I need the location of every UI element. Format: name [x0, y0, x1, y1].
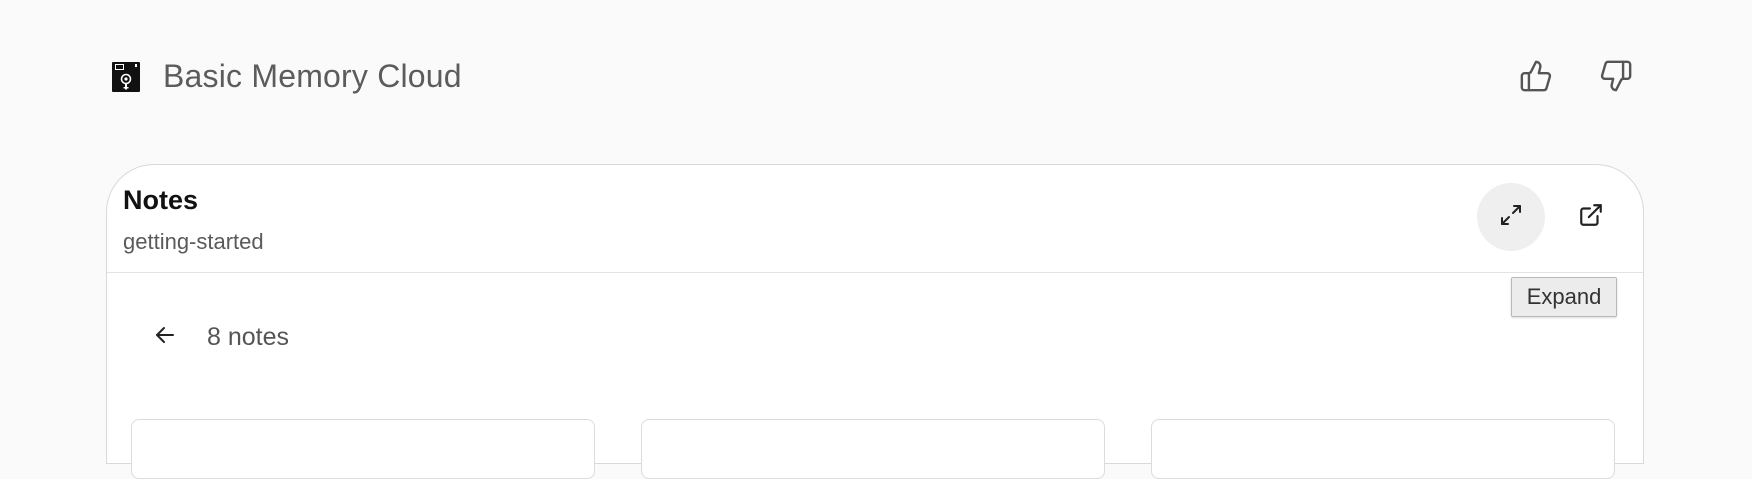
- note-card[interactable]: [1151, 419, 1615, 479]
- card-title: Notes: [123, 185, 199, 215]
- expand-icon: [1499, 203, 1523, 232]
- notes-count: 8 notes: [207, 323, 290, 351]
- thumbs-down-button[interactable]: [1596, 58, 1636, 98]
- card-subtitle: getting-started: [123, 229, 264, 254]
- thumbs-up-icon: [1519, 59, 1553, 98]
- thumbs-up-button[interactable]: [1516, 58, 1556, 98]
- card-header: Notes getting-started: [107, 165, 1643, 273]
- expand-button[interactable]: [1477, 183, 1545, 251]
- note-card[interactable]: [131, 419, 595, 479]
- thumbs-down-icon: [1599, 59, 1633, 98]
- floppy-disk-icon: [112, 62, 140, 92]
- app-title: Basic Memory Cloud: [163, 58, 462, 94]
- note-card[interactable]: [641, 419, 1105, 479]
- external-link-icon: [1578, 202, 1604, 233]
- notes-widget-card: Notes getting-started Expand 8 notes: [106, 164, 1644, 479]
- arrow-left-icon: [153, 323, 177, 352]
- back-button[interactable]: [145, 317, 185, 357]
- expand-tooltip: Expand: [1511, 277, 1617, 317]
- open-external-button[interactable]: [1563, 189, 1619, 245]
- app-header: Basic Memory Cloud: [0, 0, 1752, 160]
